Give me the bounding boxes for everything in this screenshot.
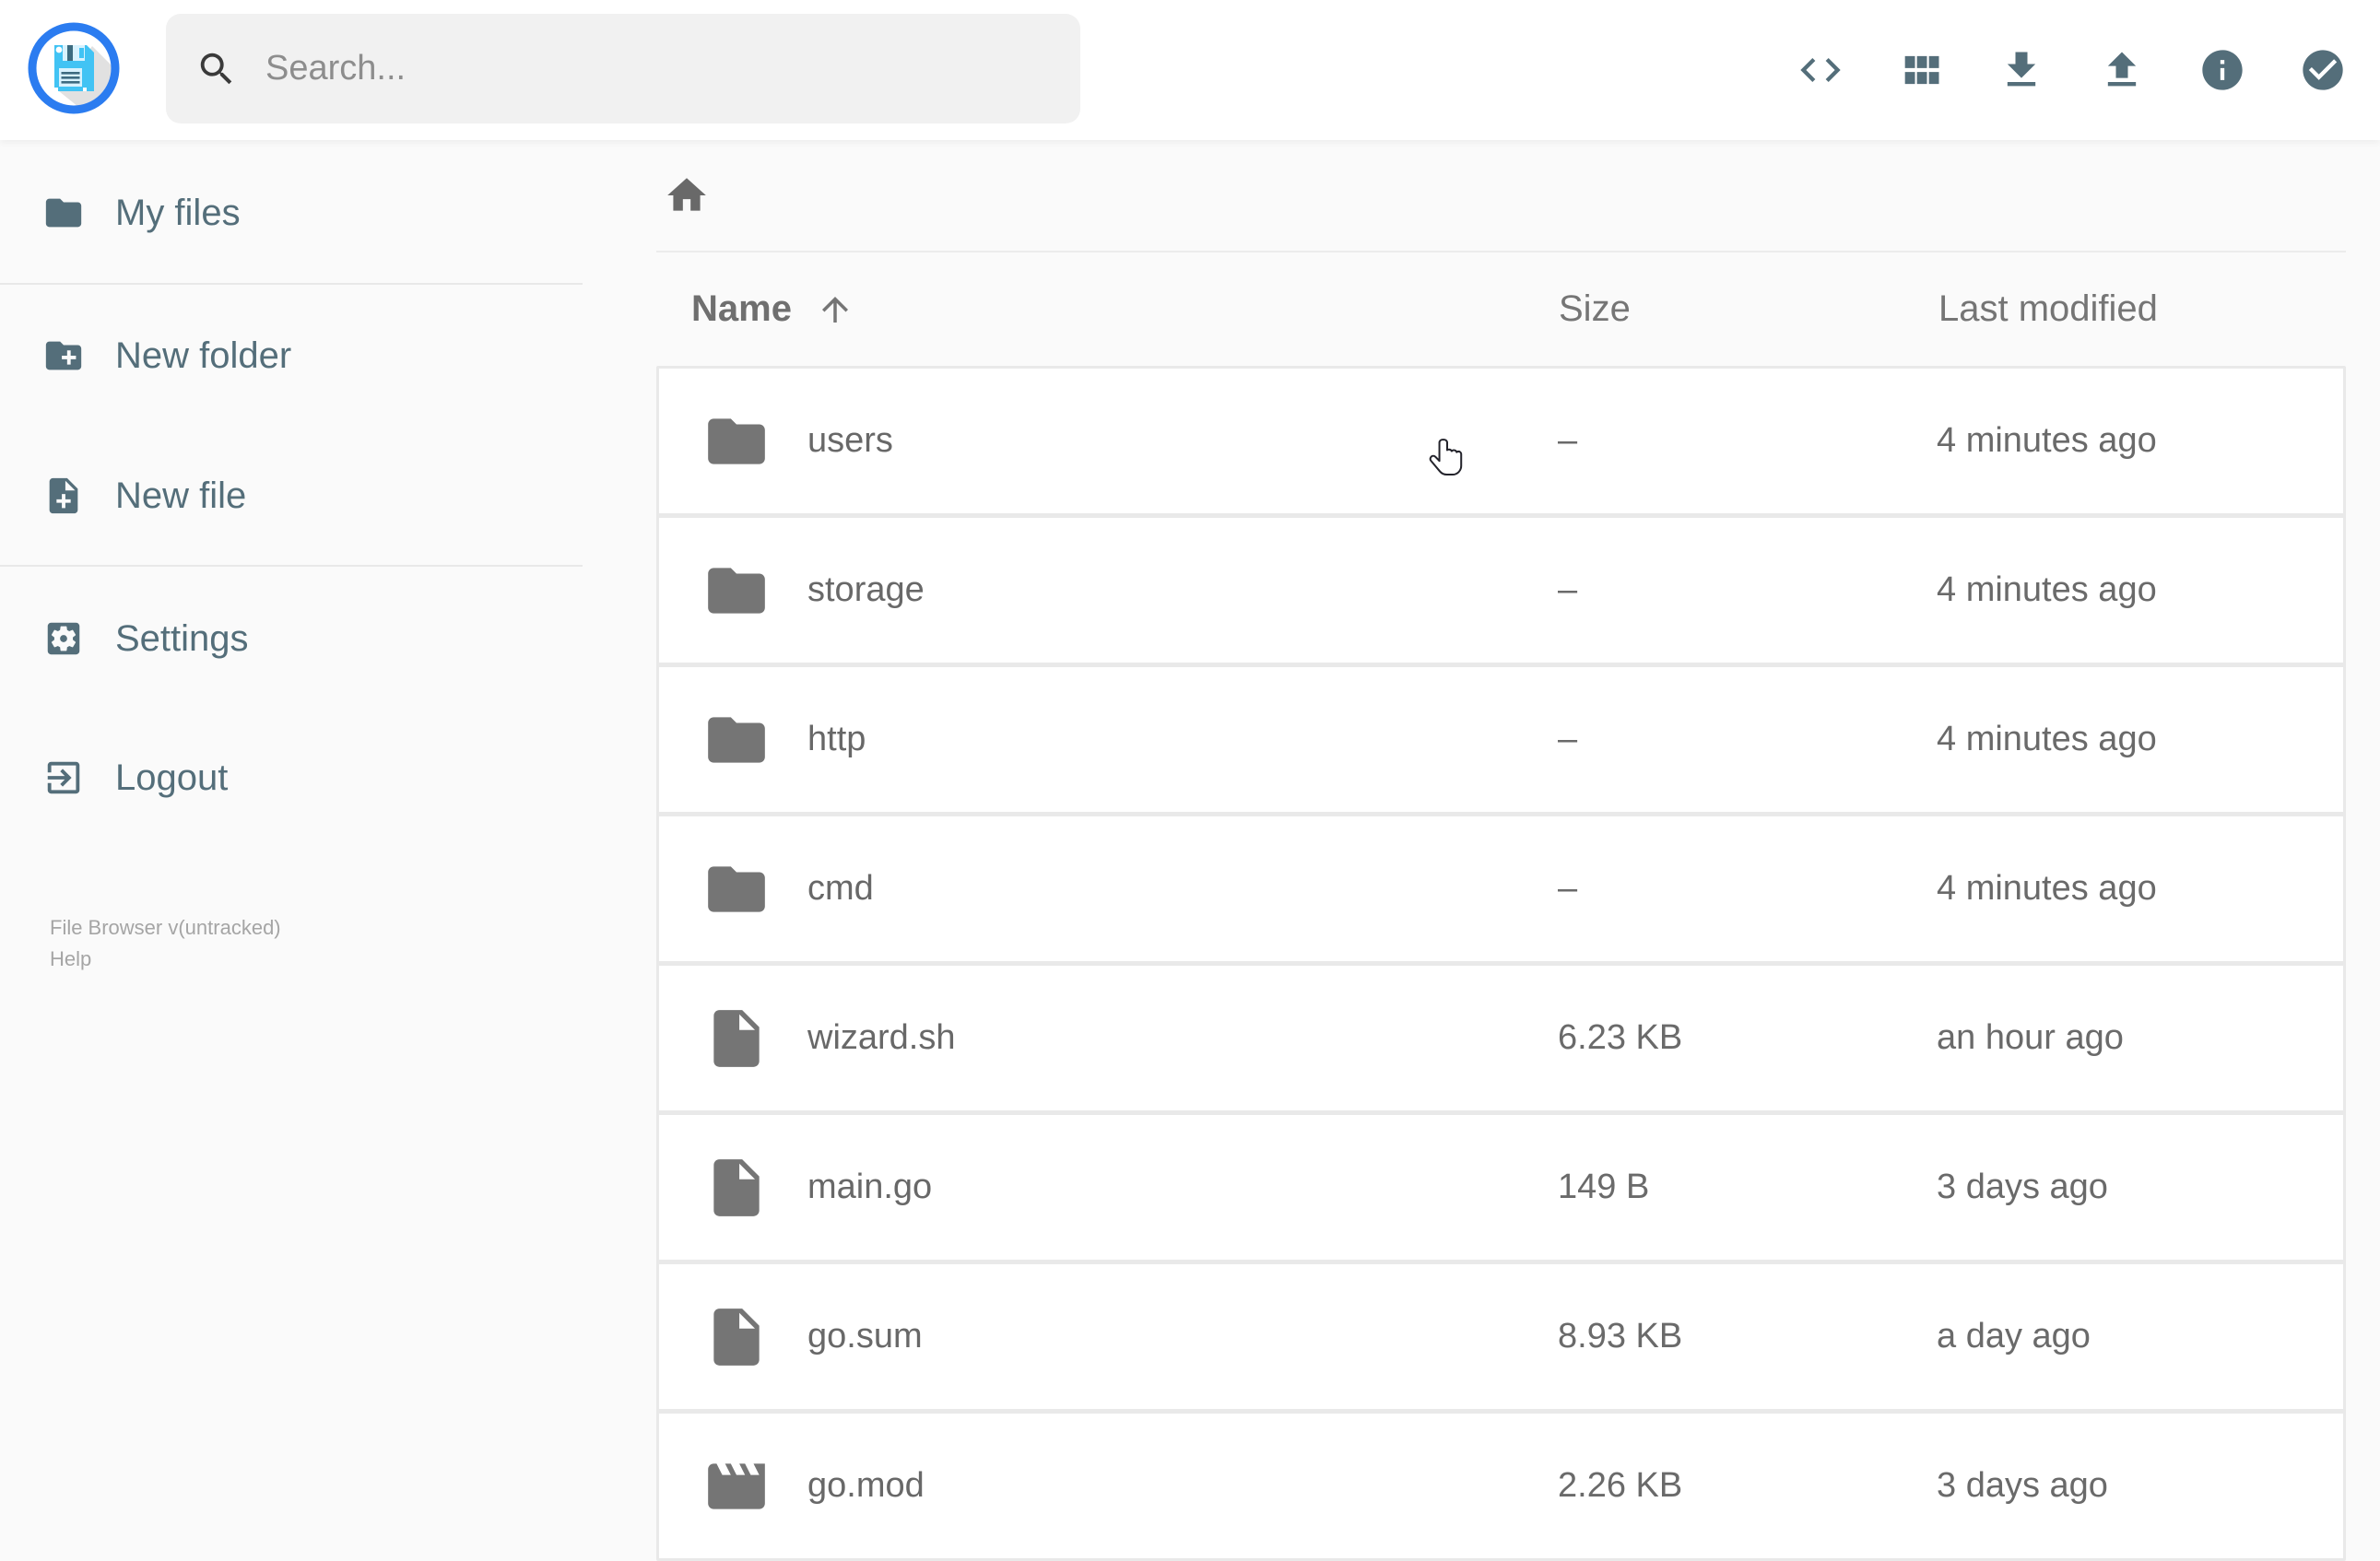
name-column-label: Name xyxy=(691,288,792,329)
code-icon xyxy=(1797,46,1844,94)
floppy-disk-logo-icon xyxy=(28,22,120,114)
file-row-wizard-sh[interactable]: wizard.sh 6.23 KB an hour ago xyxy=(659,966,2343,1115)
search-input[interactable] xyxy=(264,48,1023,89)
file-size: – xyxy=(1558,570,1578,609)
sidebar-item-label: Logout xyxy=(115,757,229,798)
header-actions xyxy=(1797,0,2347,140)
folder-icon xyxy=(702,407,771,475)
video-file-icon xyxy=(702,1452,771,1520)
sidebar-item-logout[interactable]: Logout xyxy=(0,735,583,820)
file-row-cmd[interactable]: cmd – 4 minutes ago xyxy=(659,816,2343,966)
file-name: go.sum xyxy=(807,1317,923,1356)
file-row-users[interactable]: users – 4 minutes ago xyxy=(659,369,2343,518)
file-name: storage xyxy=(807,570,925,609)
listing-header: Name Size Last modified xyxy=(656,252,2346,366)
file-listing-area: Name Size Last modified users – 4 minute… xyxy=(583,140,2380,1561)
sidebar-divider xyxy=(0,565,583,567)
app-logo[interactable] xyxy=(26,20,122,116)
file-modified: 4 minutes ago xyxy=(1937,421,2157,460)
file-name: main.go xyxy=(807,1168,933,1206)
help-link[interactable]: Help xyxy=(50,944,281,975)
settings-icon xyxy=(42,617,85,660)
sidebar-footer: File Browser v(untracked) Help xyxy=(50,912,281,975)
grid-icon xyxy=(1897,46,1945,94)
file-modified: 4 minutes ago xyxy=(1937,720,2157,758)
file-name: users xyxy=(807,421,893,460)
sidebar-item-label: New folder xyxy=(115,334,292,376)
sidebar-divider xyxy=(0,283,583,285)
sidebar-item-settings[interactable]: Settings xyxy=(0,596,583,681)
search-icon xyxy=(195,48,238,90)
file-modified: 3 days ago xyxy=(1937,1466,2108,1505)
filebrowser-app: { "app": { "name": "File Browser" }, "co… xyxy=(0,0,2380,1561)
sort-ascending-icon xyxy=(816,290,854,329)
file-row-go-mod[interactable]: go.mod 2.26 KB 3 days ago xyxy=(659,1414,2343,1558)
info-button[interactable] xyxy=(2198,46,2246,94)
file-row-go-sum[interactable]: go.sum 8.93 KB a day ago xyxy=(659,1264,2343,1414)
folder-icon xyxy=(42,192,85,234)
sidebar-item-my-files[interactable]: My files xyxy=(0,170,583,255)
info-icon xyxy=(2198,46,2246,94)
file-size: – xyxy=(1558,421,1578,460)
sort-by-modified-header[interactable]: Last modified xyxy=(1938,252,2158,366)
file-name: go.mod xyxy=(807,1466,925,1505)
file-modified: 4 minutes ago xyxy=(1937,869,2157,908)
file-name: http xyxy=(807,720,866,758)
folder-icon xyxy=(702,706,771,774)
sidebar-item-label: Settings xyxy=(115,617,249,659)
file-listing: users – 4 minutes ago storage – 4 minute… xyxy=(656,366,2346,1561)
sidebar-item-new-file[interactable]: New file xyxy=(0,453,583,538)
file-row-storage[interactable]: storage – 4 minutes ago xyxy=(659,518,2343,667)
upload-icon xyxy=(2098,46,2146,94)
sidebar-item-label: My files xyxy=(115,192,241,233)
sidebar-item-new-folder[interactable]: New folder xyxy=(0,313,583,398)
check-circle-icon xyxy=(2299,46,2347,94)
size-column-label: Size xyxy=(1559,288,1631,329)
file-size: 8.93 KB xyxy=(1558,1317,1683,1356)
folder-icon xyxy=(702,855,771,923)
file-size: – xyxy=(1558,720,1578,758)
file-size: 2.26 KB xyxy=(1558,1466,1683,1505)
top-bar xyxy=(0,0,2380,140)
app-version-text: File Browser v(untracked) xyxy=(50,916,281,939)
download-icon xyxy=(1997,46,2045,94)
home-breadcrumb-button[interactable] xyxy=(664,172,710,218)
breadcrumb xyxy=(656,140,2346,251)
file-modified: an hour ago xyxy=(1937,1018,2124,1057)
sort-by-size-header[interactable]: Size xyxy=(1559,252,1631,366)
sidebar-item-label: New file xyxy=(115,475,247,516)
upload-button[interactable] xyxy=(2098,46,2146,94)
download-button[interactable] xyxy=(1997,46,2045,94)
file-row-main-go[interactable]: main.go 149 B 3 days ago xyxy=(659,1115,2343,1264)
file-size: 6.23 KB xyxy=(1558,1018,1683,1057)
switch-view-button[interactable] xyxy=(1797,46,1844,94)
file-size: – xyxy=(1558,869,1578,908)
search-bar[interactable] xyxy=(166,14,1080,123)
sidebar: My files New folder New file Settings Lo… xyxy=(0,140,583,1530)
file-modified: 3 days ago xyxy=(1937,1168,2108,1206)
file-icon xyxy=(702,1154,771,1222)
file-size: 149 B xyxy=(1558,1168,1650,1206)
grid-view-button[interactable] xyxy=(1897,46,1945,94)
file-icon xyxy=(702,1004,771,1073)
logout-icon xyxy=(42,757,85,799)
sort-by-name-header[interactable]: Name xyxy=(691,252,854,366)
folder-icon xyxy=(702,557,771,625)
modified-column-label: Last modified xyxy=(1938,288,2158,329)
file-row-http[interactable]: http – 4 minutes ago xyxy=(659,667,2343,816)
file-modified: a day ago xyxy=(1937,1317,2091,1356)
file-modified: 4 minutes ago xyxy=(1937,570,2157,609)
new-folder-icon xyxy=(42,334,85,377)
file-name: wizard.sh xyxy=(807,1018,956,1057)
select-multiple-button[interactable] xyxy=(2299,46,2347,94)
new-file-icon xyxy=(42,475,85,517)
file-icon xyxy=(702,1303,771,1371)
file-name: cmd xyxy=(807,869,874,908)
